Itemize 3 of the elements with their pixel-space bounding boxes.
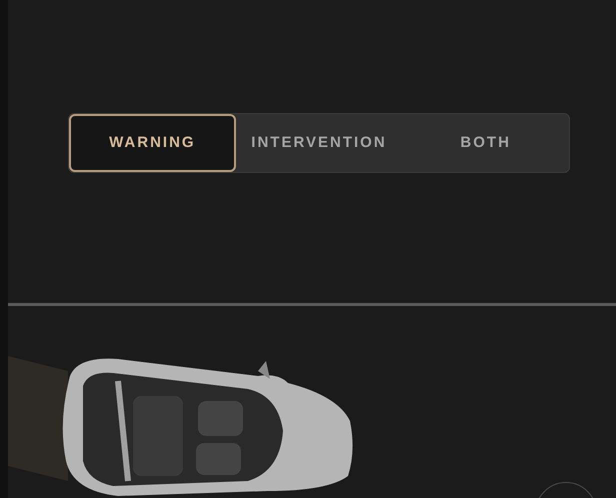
mode-tab[interactable]: BOTH <box>402 114 569 172</box>
mode-tab[interactable]: WARNING <box>69 114 236 172</box>
mode-tab[interactable]: INTERVENTION <box>236 114 402 172</box>
